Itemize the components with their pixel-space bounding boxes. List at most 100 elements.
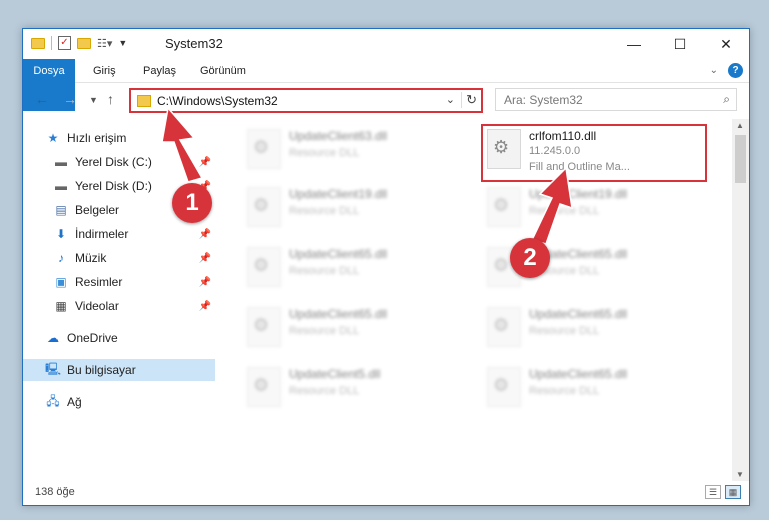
pin-icon[interactable]: 📌 <box>199 229 211 240</box>
tab-home[interactable]: Giriş <box>93 59 116 83</box>
file-name: UpdateClient65.dll <box>289 307 388 321</box>
sidebar-item-onedrive[interactable]: ☁ OneDrive <box>23 327 215 349</box>
music-icon: ♪ <box>58 251 64 265</box>
up-arrow-icon[interactable]: ↑ <box>107 91 114 107</box>
pictures-icon: ▣ <box>55 275 67 289</box>
list-item[interactable]: ⚙ UpdateClient65.dll Resource DLL <box>481 361 701 413</box>
scroll-up-icon[interactable]: ▲ <box>736 121 744 130</box>
sidebar-item-downloads[interactable]: ⬇ İndirmeler 📌 <box>23 223 215 245</box>
new-folder-icon[interactable] <box>77 37 91 49</box>
search-icon[interactable]: ⌕ <box>723 92 730 107</box>
maximize-button[interactable]: ☐ <box>657 29 703 59</box>
gear-icon: ⚙ <box>493 375 510 395</box>
sidebar-item-pictures[interactable]: ▣ Resimler 📌 <box>23 271 215 293</box>
sidebar-item-label: Yerel Disk (D:) <box>75 179 152 193</box>
pin-icon[interactable]: 📌 <box>199 277 211 288</box>
close-button[interactable]: ✕ <box>703 29 749 59</box>
scroll-down-icon[interactable]: ▼ <box>736 470 744 479</box>
sidebar-item-music[interactable]: ♪ Müzik 📌 <box>23 247 215 269</box>
quick-access-toolbar: ✓ ☷▾ ▼ <box>31 36 127 50</box>
sidebar-item-quick-access[interactable]: ★ Hızlı erişim <box>23 127 215 149</box>
drive-icon: ▬ <box>55 179 67 193</box>
list-item[interactable]: ⚙ UpdateClient19.dll Resource DLL <box>481 181 701 233</box>
documents-icon: ▤ <box>55 203 67 217</box>
search-input[interactable]: Ara: System32 <box>504 93 583 107</box>
view-options-icon[interactable]: ☷▾ <box>97 37 112 50</box>
minimize-button[interactable]: — <box>611 29 657 59</box>
sidebar-item-label: Resimler <box>75 275 123 289</box>
properties-icon[interactable]: ✓ <box>58 36 71 50</box>
sidebar-item-label: Yerel Disk (C:) <box>75 155 152 169</box>
sidebar-item-label: Belgeler <box>75 203 120 217</box>
address-bar[interactable]: C:\Windows\System32 ⌄ ↻ <box>129 88 483 113</box>
address-dropdown-chevron-icon[interactable]: ⌄ <box>446 93 455 106</box>
expand-ribbon-chevron-icon[interactable]: ⌄ <box>710 65 718 76</box>
sidebar-item-label: OneDrive <box>67 331 118 345</box>
file-name: UpdateClient63.dll <box>289 129 388 143</box>
computer-icon: 🖳 <box>45 361 62 376</box>
forward-arrow-icon[interactable]: → <box>63 91 77 107</box>
recent-locations-chevron-icon[interactable]: ▼ <box>89 95 98 105</box>
pin-icon[interactable]: 📌 <box>199 157 211 168</box>
explorer-window: ✓ ☷▾ ▼ System32 — ☐ ✕ Dosya Giriş Paylaş… <box>22 28 750 506</box>
pin-icon[interactable]: 📌 <box>199 253 211 264</box>
sidebar-item-local-disk-c[interactable]: ▬ Yerel Disk (C:) 📌 <box>23 151 215 173</box>
step-badge-1: 1 <box>172 183 212 223</box>
folder-icon <box>31 37 45 49</box>
sidebar-item-label: Hızlı erişim <box>67 131 127 145</box>
list-item[interactable]: ⚙ UpdateClient65.dll Resource DLL <box>481 301 701 353</box>
sidebar-item-label: Müzik <box>75 251 107 265</box>
sidebar-item-videos[interactable]: ▦ Videolar 📌 <box>23 295 215 317</box>
file-type: Resource DLL <box>289 205 360 217</box>
list-item[interactable]: ⚙ UpdateClient5.dll Resource DLL <box>241 361 461 413</box>
file-highlight-box <box>481 124 707 182</box>
file-type: Resource DLL <box>289 385 360 397</box>
file-name: UpdateClient19.dll <box>289 187 388 201</box>
gear-icon: ⚙ <box>253 137 270 157</box>
tab-view[interactable]: Görünüm <box>200 59 246 83</box>
file-name: UpdateClient65.dll <box>529 367 628 381</box>
list-item[interactable]: ⚙ UpdateClient65.dll Resource DLL <box>241 241 461 293</box>
customize-toolbar-chevron-icon[interactable]: ▼ <box>118 38 127 48</box>
sidebar-item-label: Bu bilgisayar <box>67 363 136 377</box>
search-box[interactable]: Ara: System32 ⌕ <box>495 88 737 111</box>
file-type: Resource DLL <box>529 325 600 337</box>
network-icon: 🖧 <box>46 393 60 408</box>
list-item[interactable]: ⚙ UpdateClient19.dll Resource DLL <box>241 181 461 233</box>
tiles-view-icon[interactable]: ▦ <box>725 485 741 499</box>
vertical-scrollbar[interactable]: ▲ ▼ <box>732 119 749 481</box>
navigation-pane: ★ Hızlı erişim ▬ Yerel Disk (C:) 📌 ▬ Yer… <box>23 121 215 481</box>
step-badge-2: 2 <box>510 238 550 278</box>
gear-icon: ⚙ <box>493 195 510 215</box>
file-type: Resource DLL <box>529 385 600 397</box>
sidebar-item-this-pc[interactable]: 🖳 Bu bilgisayar <box>23 359 215 381</box>
file-name: UpdateClient65.dll <box>289 247 388 261</box>
file-name: UpdateClient65.dll <box>529 307 628 321</box>
gear-icon: ⚙ <box>493 255 510 275</box>
drive-icon: ▬ <box>55 155 67 169</box>
back-arrow-icon[interactable]: ← <box>35 91 49 107</box>
gear-icon: ⚙ <box>253 195 270 215</box>
sidebar-item-label: İndirmeler <box>75 227 129 241</box>
item-count: 138 öğe <box>35 486 75 498</box>
sidebar-item-network[interactable]: 🖧 Ağ <box>23 391 215 413</box>
ribbon-tabs: Dosya Giriş Paylaş Görünüm ⌄ ? <box>23 59 749 111</box>
list-item[interactable]: ⚙ UpdateClient63.dll Resource DLL <box>241 123 461 175</box>
scrollbar-thumb[interactable] <box>735 135 746 183</box>
sidebar-item-label: Videolar <box>75 299 119 313</box>
gear-icon: ⚙ <box>253 315 270 335</box>
refresh-icon[interactable]: ↻ <box>461 92 477 108</box>
folder-icon <box>137 95 151 107</box>
list-item[interactable]: ⚙ UpdateClient65.dll Resource DLL <box>241 301 461 353</box>
download-icon: ⬇ <box>55 227 67 241</box>
address-path[interactable]: C:\Windows\System32 <box>157 94 278 108</box>
pin-icon[interactable]: 📌 <box>199 301 211 312</box>
gear-icon: ⚙ <box>253 255 270 275</box>
file-type: Resource DLL <box>529 205 600 217</box>
gear-icon: ⚙ <box>253 375 270 395</box>
star-icon: ★ <box>47 131 59 145</box>
videos-icon: ▦ <box>55 299 67 313</box>
details-view-icon[interactable]: ☰ <box>705 485 721 499</box>
help-icon[interactable]: ? <box>728 63 743 78</box>
tab-share[interactable]: Paylaş <box>143 59 176 83</box>
